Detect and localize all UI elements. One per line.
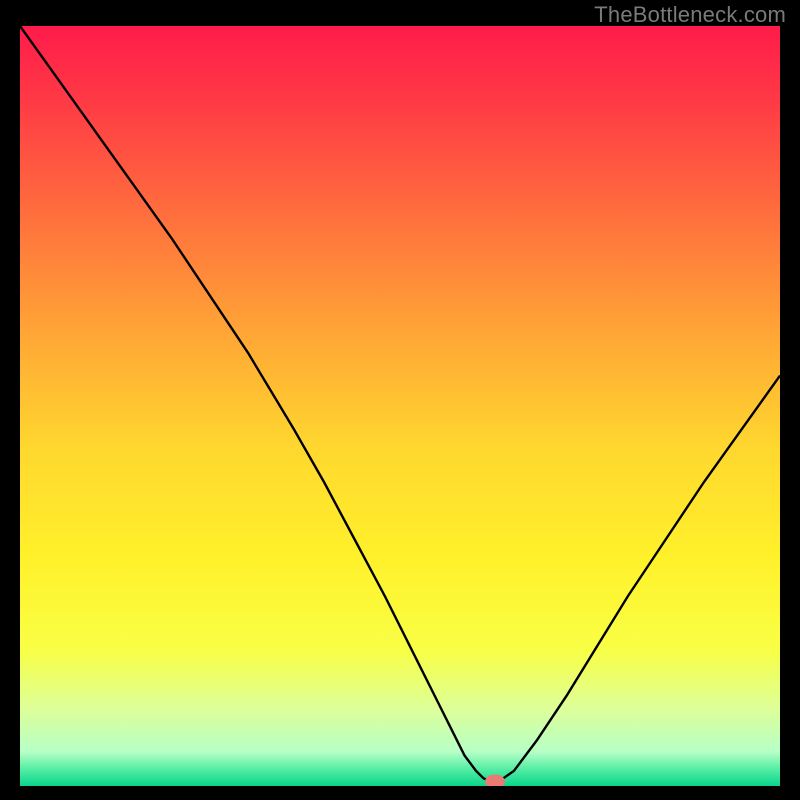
plot-area (20, 26, 780, 786)
watermark-label: TheBottleneck.com (594, 2, 786, 28)
gradient-background (20, 26, 780, 786)
bottleneck-chart (20, 26, 780, 786)
chart-frame: TheBottleneck.com (0, 0, 800, 800)
